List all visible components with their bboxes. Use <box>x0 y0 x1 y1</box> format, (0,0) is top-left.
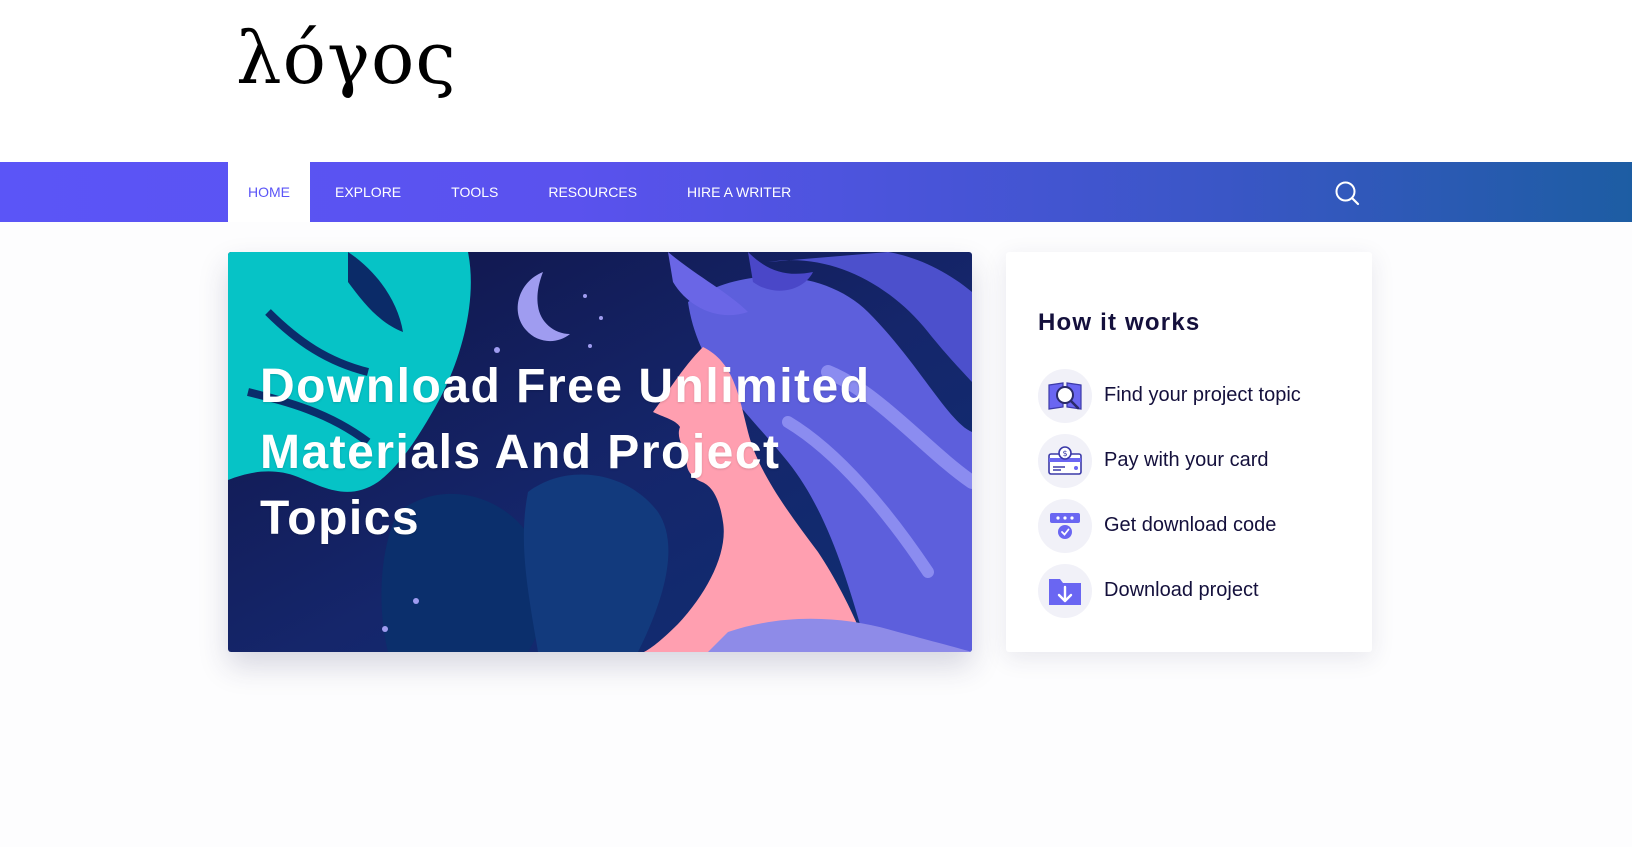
how-it-works-card: How it works Find your project topic $ P… <box>1006 252 1372 652</box>
how-it-works-steps: Find your project topic $ Pay with your … <box>1038 368 1301 628</box>
nav-item-tools[interactable]: TOOLS <box>426 162 523 222</box>
step-label: Pay with your card <box>1104 449 1269 471</box>
svg-text:$: $ <box>1062 449 1067 458</box>
credit-card-icon: $ <box>1038 433 1092 488</box>
hero-banner[interactable]: Download Free Unlimited Materials And Pr… <box>228 252 972 652</box>
nav-item-home[interactable]: HOME <box>228 162 310 222</box>
step-find-topic[interactable]: Find your project topic <box>1038 368 1301 423</box>
step-label: Find your project topic <box>1104 384 1301 406</box>
hero-title: Download Free Unlimited Materials And Pr… <box>260 360 871 545</box>
how-it-works-title: How it works <box>1038 309 1201 336</box>
nav-item-hire-a-writer[interactable]: HIRE A WRITER <box>662 162 816 222</box>
nav-item-resources[interactable]: RESOURCES <box>523 162 662 222</box>
nav-item-explore[interactable]: EXPLORE <box>310 162 426 222</box>
step-label: Download project <box>1104 579 1259 601</box>
nav-menu: HOME EXPLORE TOOLS RESOURCES HIRE A WRIT… <box>228 162 816 222</box>
main-navbar: HOME EXPLORE TOOLS RESOURCES HIRE A WRIT… <box>0 162 1632 222</box>
step-get-code[interactable]: Get download code <box>1038 498 1301 553</box>
download-folder-icon <box>1038 563 1092 618</box>
book-search-icon <box>1038 368 1092 423</box>
site-logo[interactable]: λόγος <box>236 22 457 94</box>
step-download-project[interactable]: Download project <box>1038 563 1301 618</box>
search-icon[interactable] <box>1334 180 1360 206</box>
step-label: Get download code <box>1104 514 1277 536</box>
code-badge-icon <box>1038 498 1092 553</box>
step-pay-card[interactable]: $ Pay with your card <box>1038 433 1301 488</box>
site-header: λόγος <box>0 0 1632 162</box>
